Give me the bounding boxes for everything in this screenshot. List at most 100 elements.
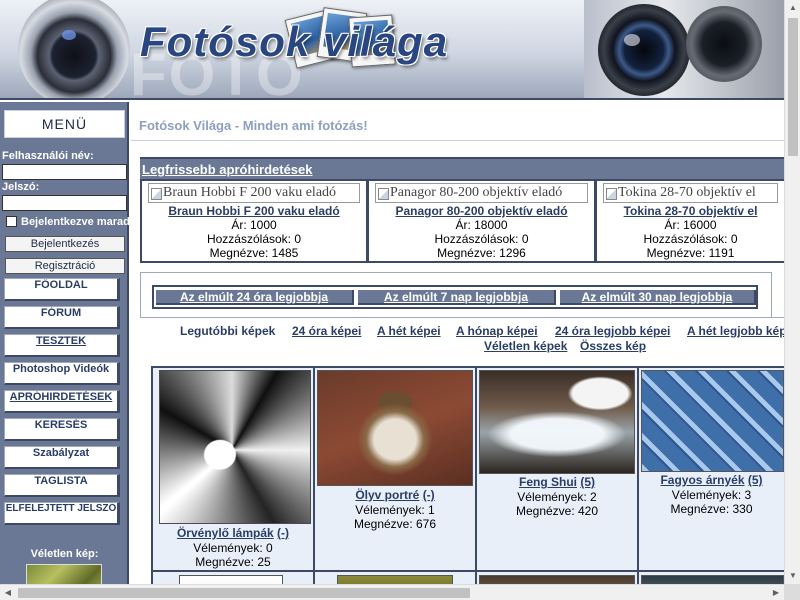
classified-title-link[interactable]: Tokina 28-70 objektív el: [597, 204, 784, 218]
tab-best-24h[interactable]: Az elmúlt 24 óra legjobbja: [156, 290, 354, 305]
photo-rating-link[interactable]: (5): [580, 475, 595, 489]
username-input[interactable]: [2, 164, 127, 180]
photo-card: [639, 572, 784, 584]
photo-title-link[interactable]: Feng Shui: [519, 475, 577, 489]
vertical-scroll-thumb[interactable]: [788, 18, 798, 156]
sidebar-item-label: TAGLISTA: [34, 475, 88, 487]
classified-item: Braun Hobbi F 200 vaku eladó Braun Hobbi…: [142, 181, 366, 261]
tab-best-30d[interactable]: Az elmúlt 30 nap legjobbja: [560, 290, 756, 305]
sidebar-item-rules[interactable]: Szabályzat: [4, 446, 120, 469]
classified-title-link[interactable]: Panagor 80-200 objektív eladó: [369, 204, 594, 218]
photo-thumbnail[interactable]: [641, 575, 784, 584]
classified-comments: Hozzászólások: 0: [434, 232, 529, 246]
site-logo[interactable]: Fotósok világa: [140, 18, 448, 66]
filter-latest[interactable]: Legutóbbi képek: [180, 324, 275, 338]
photo-views: Megnézve: 420: [515, 504, 599, 518]
photo-thumbnail[interactable]: [159, 370, 311, 524]
filter-24h[interactable]: 24 óra képei: [292, 324, 361, 338]
login-button[interactable]: Bejelentkezés: [5, 236, 125, 252]
photo-title-link[interactable]: Ölyv portré: [355, 488, 419, 502]
sidebar-menu: MENÜ Felhasználói név: Jelszó: Bejelentk…: [0, 102, 130, 600]
sidebar-item-forum[interactable]: FÓRUM: [4, 306, 120, 329]
sidebar-item-tests[interactable]: TESZTEK: [4, 334, 120, 357]
title-divider: [131, 140, 784, 141]
password-input[interactable]: [2, 195, 127, 211]
photo-card: Fagyos árnyék (5) Vélemények: 3 Megnézve…: [639, 368, 784, 570]
classified-image[interactable]: Panagor 80-200 objektív eladó: [375, 183, 588, 203]
scroll-left-arrow-icon[interactable]: ◀: [0, 585, 16, 600]
sidebar-item-label: KERESÉS: [34, 419, 88, 431]
photo-rating-link[interactable]: (-): [423, 488, 435, 502]
camera-lens-left-image: [18, 0, 130, 98]
sidebar-item-forgot-password[interactable]: ELFELEJTETT JELSZÓ: [4, 502, 120, 525]
photo-card: Örvénylő lámpák (-) Vélemények: 0 Megnéz…: [153, 368, 313, 570]
scroll-down-arrow-icon[interactable]: ▼: [785, 568, 800, 584]
sidebar-item-member-list[interactable]: TAGLISTA: [4, 474, 120, 497]
register-button[interactable]: Regisztráció: [5, 258, 125, 274]
photo-opinions: Vélemények: 0: [193, 541, 273, 555]
photo-opinions: Vélemények: 2: [517, 490, 597, 504]
photo-thumbnail[interactable]: [479, 370, 635, 474]
horizontal-scroll-thumb[interactable]: [18, 588, 470, 598]
sidebar-item-search[interactable]: KERESÉS: [4, 418, 120, 441]
photo-thumbnail[interactable]: [641, 370, 784, 472]
sidebar-item-classifieds[interactable]: APRÓHIRDETÉSEK: [4, 390, 120, 413]
photo-opinions: Vélemények: 1: [355, 503, 435, 517]
photo-views: Megnézve: 676: [353, 517, 437, 531]
photo-thumbnail[interactable]: [179, 575, 283, 584]
tab-best-7d[interactable]: Az elmúlt 7 nap legjobbja: [358, 290, 556, 305]
filter-month[interactable]: A hónap képei: [456, 324, 538, 338]
sidebar-item-label: APRÓHIRDETÉSEK: [9, 391, 113, 403]
camera-lens-right-image: [598, 4, 690, 96]
classified-views: Megnézve: 1485: [209, 246, 299, 260]
password-label: Jelszó:: [2, 181, 40, 193]
filter-all[interactable]: Összes kép: [580, 339, 646, 353]
classified-image[interactable]: Braun Hobbi F 200 vaku eladó: [148, 183, 360, 203]
photo-caption: Örvénylő lámpák (-): [153, 526, 313, 540]
scroll-right-arrow-icon[interactable]: ▶: [768, 585, 784, 600]
filter-best-24h[interactable]: 24 óra legjobb képei: [555, 324, 670, 338]
classified-image[interactable]: Tokina 28-70 objektív el: [603, 183, 778, 203]
sidebar-item-photoshop-videos[interactable]: Photoshop Videók: [4, 362, 120, 385]
best-of-tabs-panel: Az elmúlt 24 óra legjobbja Az elmúlt 7 n…: [140, 272, 772, 317]
classified-item: Panagor 80-200 objektív eladó Panagor 80…: [369, 181, 594, 261]
classified-price: Ár: 18000: [455, 218, 508, 232]
classified-price: Ár: 16000: [664, 218, 717, 232]
photo-rating-link[interactable]: (-): [277, 526, 289, 540]
photo-rating-link[interactable]: (5): [748, 473, 763, 487]
best-of-tabs: Az elmúlt 24 óra legjobbja Az elmúlt 7 n…: [152, 285, 758, 309]
filter-best-week[interactable]: A hét legjobb kép: [687, 324, 784, 338]
username-label: Felhasználói név:: [2, 150, 94, 162]
classified-comments: Hozzászólások: 0: [206, 232, 302, 246]
remember-me-row[interactable]: Bejelentkezve marad: [6, 216, 130, 228]
remember-me-checkbox[interactable]: [6, 216, 17, 227]
filter-random[interactable]: Véletlen képek: [484, 339, 567, 353]
classified-views: Megnézve: 1191: [646, 246, 735, 260]
main-content: Fotósok Világa - Minden ami fotózás! Leg…: [131, 102, 784, 584]
horizontal-scrollbar[interactable]: ◀ ▶: [0, 584, 784, 600]
remember-me-label: Bejelentkezve marad: [21, 216, 130, 228]
sidebar-item-label: Szabályzat: [32, 447, 90, 459]
sidebar-item-home[interactable]: FŐOLDAL: [4, 278, 120, 301]
photo-title-link[interactable]: Örvénylő lámpák: [177, 526, 274, 540]
photo-caption: Ölyv portré (-): [315, 488, 475, 502]
photo-thumbnail[interactable]: [317, 370, 473, 486]
classified-comments: Hozzászólások: 0: [643, 232, 738, 246]
scroll-up-arrow-icon[interactable]: ▲: [785, 0, 800, 16]
filter-week[interactable]: A hét képei: [377, 324, 441, 338]
classifieds-title-link[interactable]: Legfrissebb apróhirdetések: [142, 162, 313, 177]
photo-thumbnail[interactable]: [479, 575, 635, 584]
photo-title-link[interactable]: Fagyos árnyék: [660, 473, 744, 487]
classified-title-link[interactable]: Braun Hobbi F 200 vaku eladó: [142, 204, 366, 218]
classified-views: Megnézve: 1296: [437, 246, 526, 260]
vertical-scrollbar[interactable]: ▲ ▼: [784, 0, 800, 584]
image-filter-links: Legutóbbi képek 24 óra képei A hét képei…: [140, 317, 784, 357]
photo-caption: Feng Shui (5): [477, 475, 637, 489]
random-image-label: Véletlen kép:: [30, 548, 99, 560]
photo-thumbnail[interactable]: [337, 575, 453, 584]
photo-card: [477, 572, 637, 584]
photo-card: [315, 572, 475, 584]
classified-item: Tokina 28-70 objektív el Tokina 28-70 ob…: [597, 181, 784, 261]
photo-card: Feng Shui (5) Vélemények: 2 Megnézve: 42…: [477, 368, 637, 570]
photo-grid: Örvénylő lámpák (-) Vélemények: 0 Megnéz…: [151, 366, 784, 584]
